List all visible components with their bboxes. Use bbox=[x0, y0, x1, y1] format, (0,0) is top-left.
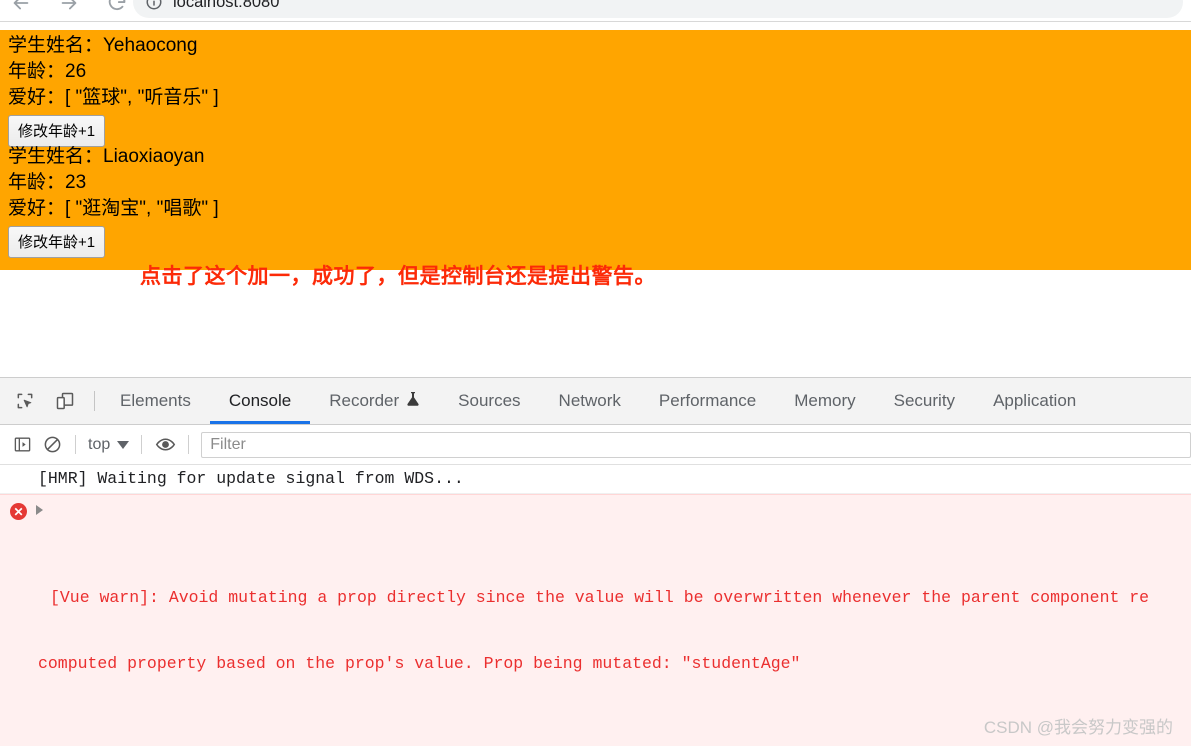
browser-nav-buttons bbox=[8, 0, 130, 20]
tab-label: Network bbox=[559, 391, 621, 411]
reload-icon[interactable] bbox=[104, 0, 130, 16]
clear-console-icon[interactable] bbox=[37, 430, 67, 460]
student-age: 年龄：26 bbox=[8, 59, 219, 85]
student-name: 学生姓名：Yehaocong bbox=[8, 33, 219, 59]
inspect-element-icon[interactable] bbox=[10, 386, 40, 416]
toolbar-divider bbox=[75, 435, 76, 454]
toolbar-divider bbox=[141, 435, 142, 454]
tab-security[interactable]: Security bbox=[875, 378, 974, 424]
tab-label: Elements bbox=[120, 391, 191, 411]
watermark: CSDN @我会努力变强的 bbox=[984, 713, 1173, 738]
tab-performance[interactable]: Performance bbox=[640, 378, 775, 424]
console-toolbar: top bbox=[0, 425, 1191, 465]
student-age: 年龄：23 bbox=[8, 170, 219, 196]
annotation-text: 点击了这个加一，成功了，但是控制台还是提出警告。 bbox=[140, 260, 656, 290]
student-card: 学生姓名：Liaoxiaoyan 年龄：23 爱好：[ "逛淘宝", "唱歌" … bbox=[8, 144, 219, 258]
student-card: 学生姓名：Yehaocong 年龄：26 爱好：[ "篮球", "听音乐" ] … bbox=[8, 33, 219, 147]
device-toolbar-icon[interactable] bbox=[50, 386, 80, 416]
browser-chrome: localhost:8080 bbox=[0, 0, 1191, 22]
devtools-panel: Elements Console Recorder Sources Networ… bbox=[0, 377, 1191, 746]
tab-label: Sources bbox=[458, 391, 520, 411]
toolbar-divider bbox=[188, 435, 189, 454]
tabbar-divider bbox=[94, 391, 95, 411]
tab-label: Console bbox=[229, 391, 291, 411]
back-icon[interactable] bbox=[8, 0, 34, 16]
devtools-tool-icons bbox=[6, 378, 88, 424]
console-message-list: [HMR] Waiting for update signal from WDS… bbox=[0, 465, 1191, 746]
devtools-tabbar: Elements Console Recorder Sources Networ… bbox=[0, 378, 1191, 425]
console-context-label: top bbox=[88, 436, 110, 454]
console-message-info: [HMR] Waiting for update signal from WDS… bbox=[0, 465, 1191, 494]
console-context-selector[interactable]: top bbox=[84, 436, 133, 454]
tab-network[interactable]: Network bbox=[540, 378, 640, 424]
tab-label: Security bbox=[894, 391, 955, 411]
console-error-line: [Vue warn]: Avoid mutating a prop direct… bbox=[0, 587, 1191, 609]
increment-age-button[interactable]: 修改年龄+1 bbox=[8, 226, 105, 258]
devtools-tabs: Elements Console Recorder Sources Networ… bbox=[101, 378, 1095, 424]
address-bar[interactable]: localhost:8080 bbox=[133, 0, 1183, 18]
student-name: 学生姓名：Liaoxiaoyan bbox=[8, 144, 219, 170]
flask-icon bbox=[406, 391, 420, 412]
forward-icon[interactable] bbox=[56, 0, 82, 16]
tab-elements[interactable]: Elements bbox=[101, 378, 210, 424]
console-error-line: computed property based on the prop's va… bbox=[0, 653, 1191, 675]
tab-label: Recorder bbox=[329, 391, 399, 411]
student-hobbies: 爱好：[ "篮球", "听音乐" ] bbox=[8, 85, 219, 111]
chevron-down-icon bbox=[117, 441, 129, 449]
page-viewport: 学生姓名：Yehaocong 年龄：26 爱好：[ "篮球", "听音乐" ] … bbox=[0, 22, 1191, 377]
console-sidebar-toggle-icon[interactable] bbox=[7, 430, 37, 460]
tab-label: Application bbox=[993, 391, 1076, 411]
site-info-icon[interactable] bbox=[145, 0, 163, 11]
student-hobbies: 爱好：[ "逛淘宝", "唱歌" ] bbox=[8, 196, 219, 222]
console-message-error: ✕ [Vue warn]: Avoid mutating a prop dire… bbox=[0, 494, 1191, 746]
tab-memory[interactable]: Memory bbox=[775, 378, 874, 424]
tab-console[interactable]: Console bbox=[210, 378, 310, 424]
tab-label: Performance bbox=[659, 391, 756, 411]
increment-age-button[interactable]: 修改年龄+1 bbox=[8, 115, 105, 147]
tab-label: Memory bbox=[794, 391, 855, 411]
tab-sources[interactable]: Sources bbox=[439, 378, 539, 424]
tab-application[interactable]: Application bbox=[974, 378, 1095, 424]
console-filter-input[interactable] bbox=[201, 432, 1191, 458]
expand-triangle-icon[interactable] bbox=[36, 505, 43, 515]
tab-recorder[interactable]: Recorder bbox=[310, 378, 439, 424]
error-circle-icon: ✕ bbox=[10, 503, 27, 520]
address-bar-url: localhost:8080 bbox=[173, 0, 279, 12]
live-expression-eye-icon[interactable] bbox=[150, 430, 180, 460]
